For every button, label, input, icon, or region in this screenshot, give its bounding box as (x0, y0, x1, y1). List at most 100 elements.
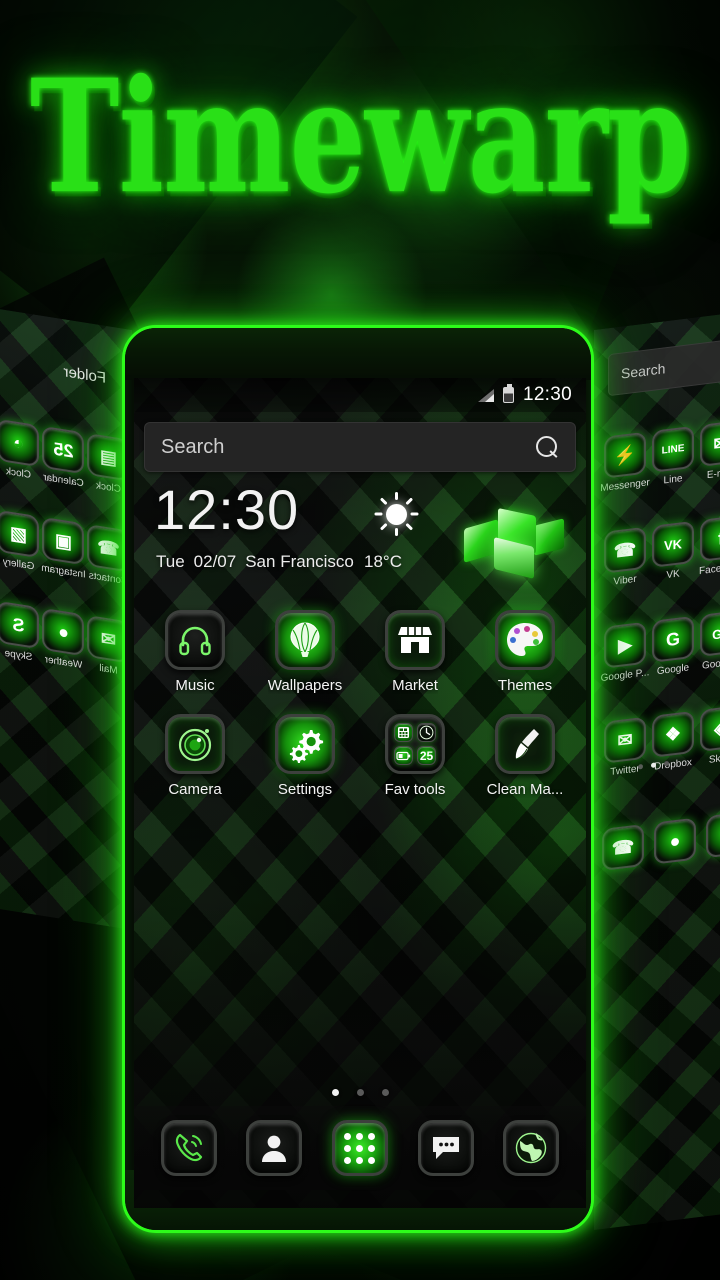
dock-icon-phone[interactable]: ☎ (602, 823, 644, 872)
list-item[interactable]: S Skype (0, 600, 40, 665)
search-bar[interactable]: Search (144, 422, 576, 472)
app-label: Viber (613, 573, 637, 588)
list-item[interactable]: ✉ Twitter (602, 716, 648, 779)
app-icon: S (0, 600, 40, 650)
globe-icon (514, 1131, 548, 1165)
list-item[interactable]: f Facebook (698, 514, 720, 578)
store-icon (385, 610, 445, 670)
app-label: E-mail (706, 466, 720, 482)
app-icon: G+ (700, 609, 720, 657)
gears-icon (275, 714, 335, 774)
app-icon: ⚡ (604, 431, 646, 479)
list-item[interactable]: G Google (650, 615, 696, 678)
app-camera[interactable]: Camera (147, 714, 243, 798)
list-item[interactable]: G+ Google+ (698, 609, 720, 673)
list-item[interactable]: VK VK (650, 520, 696, 583)
status-bar: 12:30 (134, 378, 586, 412)
dock (134, 1106, 586, 1190)
app-music[interactable]: Music (147, 610, 243, 694)
app-label: Wallpapers (267, 677, 343, 694)
page-dot-2[interactable] (356, 1089, 364, 1096)
signal-triangle-icon (477, 388, 494, 402)
app-label: Clock (96, 480, 122, 496)
page-dot[interactable] (664, 760, 669, 767)
list-item[interactable]: ☎ Viber (602, 526, 648, 589)
app-label: Themes (497, 677, 553, 694)
app-icon: ◔ (0, 418, 40, 468)
widget-temperature: 18°C (364, 552, 402, 571)
dock-appdrawer-button[interactable] (331, 1120, 388, 1176)
app-label: Google+ (701, 656, 720, 672)
broom-icon (495, 714, 555, 774)
phone-top-bezel (125, 328, 591, 380)
dock-browser-button[interactable] (503, 1120, 560, 1176)
battery-icon (502, 384, 514, 403)
app-label: Line (663, 473, 683, 487)
list-item[interactable]: ◔ Clock (0, 418, 40, 483)
calendar-day-icon: 25 (417, 746, 436, 765)
dock-phone-button[interactable] (160, 1120, 217, 1176)
page-title: Timewarp (29, 44, 691, 229)
app-themes[interactable]: Themes (477, 610, 573, 694)
app-icon: ✉ (700, 419, 720, 467)
widget-date: 02/07 (193, 552, 237, 571)
app-icon: ☎ (604, 526, 646, 574)
list-item[interactable]: ⚡ Messenger (600, 431, 650, 494)
balloon-icon (275, 610, 335, 670)
sun-icon (374, 492, 418, 536)
phone-handset-icon (172, 1131, 206, 1165)
phone-screen: 12:30 Search 12:30 Tue 02/07 San Francis… (134, 378, 586, 1208)
dock-icon-appdrawer[interactable]: ⁙ (706, 811, 720, 859)
list-item[interactable]: ✉ E-mail (698, 419, 720, 483)
app-label: Sky... (708, 751, 720, 766)
right-preview-screen: Search ⚡ Messenger LINE Line ✉ E-mail ☎ … (594, 314, 720, 1230)
app-grid: Music Wallpapers Market Themes Camera Se… (140, 610, 580, 818)
app-label: Instagram (41, 562, 86, 581)
headphones-icon (165, 610, 225, 670)
app-row-2: Camera Settings 25 Fav tools Clean Ma... (140, 714, 580, 798)
app-cleanmaster[interactable]: Clean Ma... (477, 714, 573, 798)
status-bar-clock: 12:30 (522, 384, 572, 405)
page-indicator (134, 1089, 586, 1096)
app-label: Facebook (699, 560, 720, 578)
left-preview-screen: Folder ▤ Clock 25 Calendar ◔ Clock ☎ Con… (0, 309, 132, 930)
clock-icon (417, 723, 436, 742)
search-magnifier-icon[interactable] (536, 435, 559, 459)
widget-city: San Francisco (245, 552, 354, 571)
list-item[interactable]: ▶ Google P... (601, 621, 649, 684)
app-label: Fav tools (384, 781, 446, 798)
widget-clock-time: 12:30 (154, 478, 300, 541)
grid-dots-icon (344, 1132, 376, 1164)
app-label: Market (392, 677, 438, 694)
app-icon: ◈ (700, 704, 720, 752)
app-favtools[interactable]: 25 Fav tools (367, 714, 463, 798)
app-label: VK (666, 568, 680, 582)
list-item[interactable]: ▣ Instagram (41, 516, 86, 581)
app-icon: VK (652, 520, 694, 568)
dock-contacts-button[interactable] (246, 1120, 303, 1176)
app-icon: ▣ (42, 516, 85, 566)
calculator-icon (394, 723, 413, 742)
app-row-1: Music Wallpapers Market Themes (140, 610, 580, 694)
app-settings[interactable]: Settings (257, 714, 353, 798)
app-wallpapers[interactable]: Wallpapers (257, 610, 353, 694)
app-icon: ▨ (0, 509, 40, 559)
app-label: Settings (277, 781, 333, 798)
dock-messages-button[interactable] (417, 1120, 474, 1176)
page-dot-1[interactable] (331, 1089, 339, 1096)
app-label: Music (175, 677, 215, 694)
search-input[interactable]: Search (161, 436, 536, 459)
app-label: Calendar (43, 471, 84, 490)
page-dot-3[interactable] (381, 1089, 389, 1096)
list-item[interactable]: LINE Line (650, 425, 696, 488)
list-item[interactable]: 25 Calendar (42, 425, 85, 490)
page-dot[interactable] (638, 763, 643, 770)
clock-weather-widget[interactable]: 12:30 Tue 02/07 San Francisco 18°C (146, 482, 578, 594)
list-item[interactable]: ◈ Sky... (698, 704, 720, 768)
page-dot[interactable] (651, 762, 656, 769)
list-item[interactable]: ● Weather (42, 607, 85, 672)
list-item[interactable]: ▨ Gallery (0, 509, 40, 574)
app-label: Clean Ma... (486, 781, 564, 798)
dock-icon-contacts[interactable]: ● (654, 817, 696, 865)
app-market[interactable]: Market (367, 610, 463, 694)
